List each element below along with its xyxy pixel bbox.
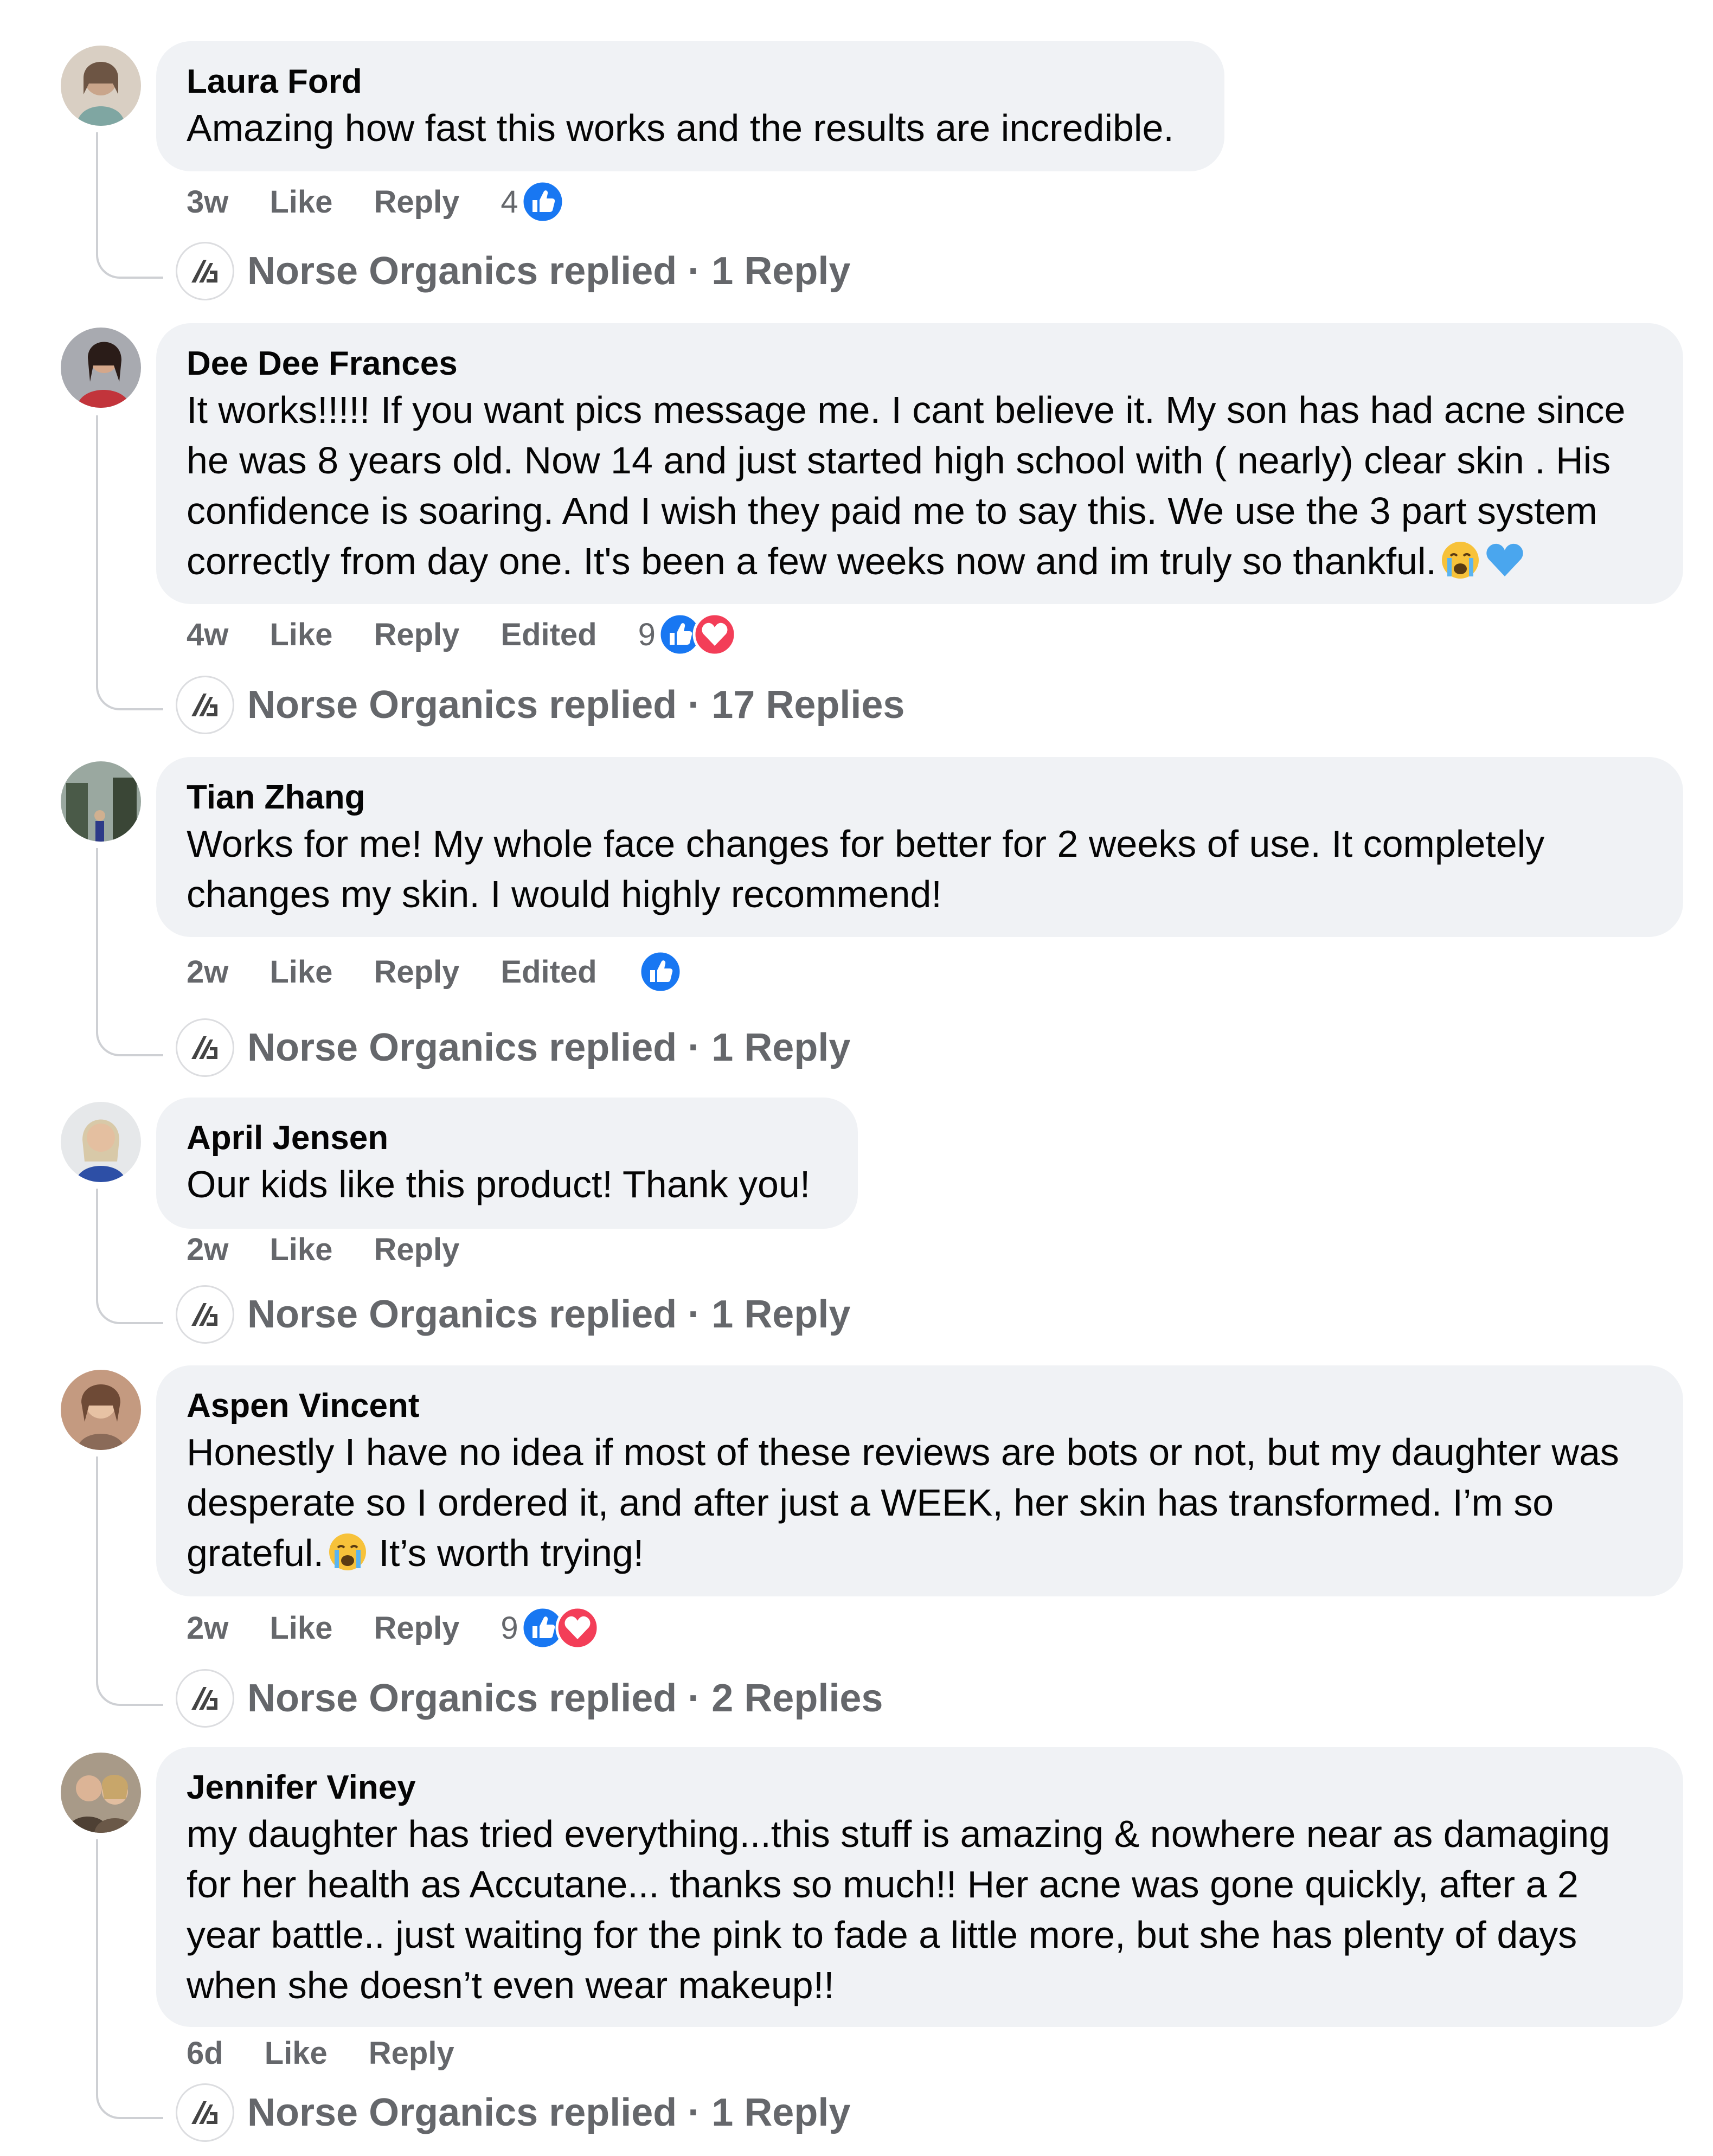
like-button[interactable]: Like	[270, 1231, 332, 1268]
view-replies-link[interactable]: Norse Organics replied · 1 Reply	[176, 1017, 850, 1078]
like-icon	[521, 179, 565, 224]
avatar[interactable]	[61, 1370, 141, 1450]
comment-actions: 4w Like Reply Edited 9	[187, 612, 737, 657]
comment-text-tail: It’s worth trying!	[368, 1532, 644, 1574]
blue-heart-emoji-icon	[1484, 540, 1525, 581]
reply-connector	[96, 1839, 163, 2119]
brand-avatar	[176, 242, 234, 300]
replied-label: Norse Organics replied · 17 Replies	[247, 683, 905, 727]
like-button[interactable]: Like	[270, 1610, 332, 1646]
reaction-summary[interactable]: 9	[638, 612, 737, 657]
comment-time[interactable]: 6d	[187, 2035, 223, 2071]
replied-label: Norse Organics replied · 1 Reply	[247, 1293, 851, 1336]
avatar[interactable]	[61, 761, 141, 842]
comment-actions: 2w Like Reply 9	[187, 1606, 600, 1650]
reply-button[interactable]: Reply	[374, 184, 459, 220]
reply-button[interactable]: Reply	[369, 2035, 454, 2071]
comment-actions: 2w Like Reply Edited	[187, 949, 683, 994]
comment-author[interactable]: April Jensen	[187, 1117, 827, 1159]
comment-text: It works!!!!! If you want pics message m…	[187, 385, 1661, 587]
heart-icon	[555, 1606, 600, 1650]
replied-label: Norse Organics replied · 1 Reply	[247, 2091, 851, 2134]
reaction-summary[interactable]: 9	[501, 1606, 600, 1650]
edited-label[interactable]: Edited	[501, 617, 596, 653]
brand-avatar	[176, 676, 234, 734]
view-replies-link[interactable]: Norse Organics replied · 17 Replies	[176, 675, 904, 735]
crying-face-emoji-icon	[1440, 540, 1481, 581]
comment-bubble: Tian Zhang Works for me! My whole face c…	[156, 757, 1683, 937]
reply-button[interactable]: Reply	[374, 1231, 459, 1268]
view-replies-link[interactable]: Norse Organics replied · 2 Replies	[176, 1668, 883, 1729]
reply-button[interactable]: Reply	[374, 1610, 459, 1646]
like-icon	[638, 949, 683, 994]
replied-label: Norse Organics replied · 1 Reply	[247, 249, 851, 293]
like-button[interactable]: Like	[265, 2035, 328, 2071]
reply-connector	[96, 1456, 163, 1706]
like-button[interactable]: Like	[270, 617, 332, 653]
view-replies-link[interactable]: Norse Organics replied · 1 Reply	[176, 241, 850, 301]
comment-time[interactable]: 2w	[187, 1610, 228, 1646]
comment-time[interactable]: 2w	[187, 1231, 228, 1268]
comment-bubble: Dee Dee Frances It works!!!!! If you wan…	[156, 323, 1683, 604]
comment-text-body: It works!!!!! If you want pics message m…	[187, 389, 1636, 582]
comment-author[interactable]: Tian Zhang	[187, 777, 1653, 819]
reply-connector	[96, 132, 163, 279]
heart-icon	[692, 612, 737, 657]
avatar[interactable]	[61, 46, 141, 126]
reply-connector	[96, 415, 163, 710]
comment-author[interactable]: Jennifer Viney	[187, 1767, 1653, 1809]
reaction-count: 4	[501, 184, 518, 220]
comment-text: Honestly I have no idea if most of these…	[187, 1427, 1653, 1579]
view-replies-link[interactable]: Norse Organics replied · 1 Reply	[176, 2082, 850, 2143]
comment-author[interactable]: Dee Dee Frances	[187, 343, 1661, 385]
comment-actions: 2w Like Reply	[187, 1228, 501, 1271]
replied-label: Norse Organics replied · 2 Replies	[247, 1677, 883, 1720]
brand-avatar	[176, 1018, 234, 1077]
crying-face-emoji-icon	[327, 1531, 368, 1573]
reaction-count: 9	[501, 1610, 518, 1646]
brand-avatar	[176, 1285, 234, 1344]
comment-text: Works for me! My whole face changes for …	[187, 823, 1555, 915]
comment-author[interactable]: Laura Ford	[187, 61, 1194, 103]
comment-actions: 6d Like Reply	[187, 2031, 496, 2075]
comment-author[interactable]: Aspen Vincent	[187, 1385, 1653, 1427]
comment-text: Our kids like this product! Thank you!	[187, 1163, 811, 1205]
comment-time[interactable]: 3w	[187, 184, 228, 220]
reply-connector	[96, 1189, 163, 1324]
reaction-summary[interactable]: 4	[501, 179, 565, 224]
like-button[interactable]: Like	[270, 184, 332, 220]
comment-actions: 3w Like Reply 4	[187, 179, 565, 224]
replied-label: Norse Organics replied · 1 Reply	[247, 1026, 851, 1069]
reaction-summary[interactable]	[638, 949, 683, 994]
view-replies-link[interactable]: Norse Organics replied · 1 Reply	[176, 1284, 850, 1345]
comment-bubble: April Jensen Our kids like this product!…	[156, 1098, 858, 1229]
brand-avatar	[176, 1669, 234, 1728]
comment-text: Amazing how fast this works and the resu…	[187, 107, 1174, 149]
like-button[interactable]: Like	[270, 954, 332, 990]
reply-button[interactable]: Reply	[374, 954, 459, 990]
comment-text: my daughter has tried everything...this …	[187, 1813, 1621, 2006]
avatar[interactable]	[61, 1753, 141, 1833]
reply-connector	[96, 848, 163, 1056]
comment-time[interactable]: 2w	[187, 954, 228, 990]
reply-button[interactable]: Reply	[374, 617, 459, 653]
comment-bubble: Jennifer Viney my daughter has tried eve…	[156, 1747, 1683, 2027]
comment-time[interactable]: 4w	[187, 617, 228, 653]
edited-label[interactable]: Edited	[501, 954, 596, 990]
comment-bubble: Aspen Vincent Honestly I have no idea if…	[156, 1365, 1683, 1596]
avatar[interactable]	[61, 328, 141, 408]
reaction-count: 9	[638, 617, 656, 652]
avatar[interactable]	[61, 1102, 141, 1182]
comment-bubble: Laura Ford Amazing how fast this works a…	[156, 41, 1224, 171]
brand-avatar	[176, 2083, 234, 2142]
